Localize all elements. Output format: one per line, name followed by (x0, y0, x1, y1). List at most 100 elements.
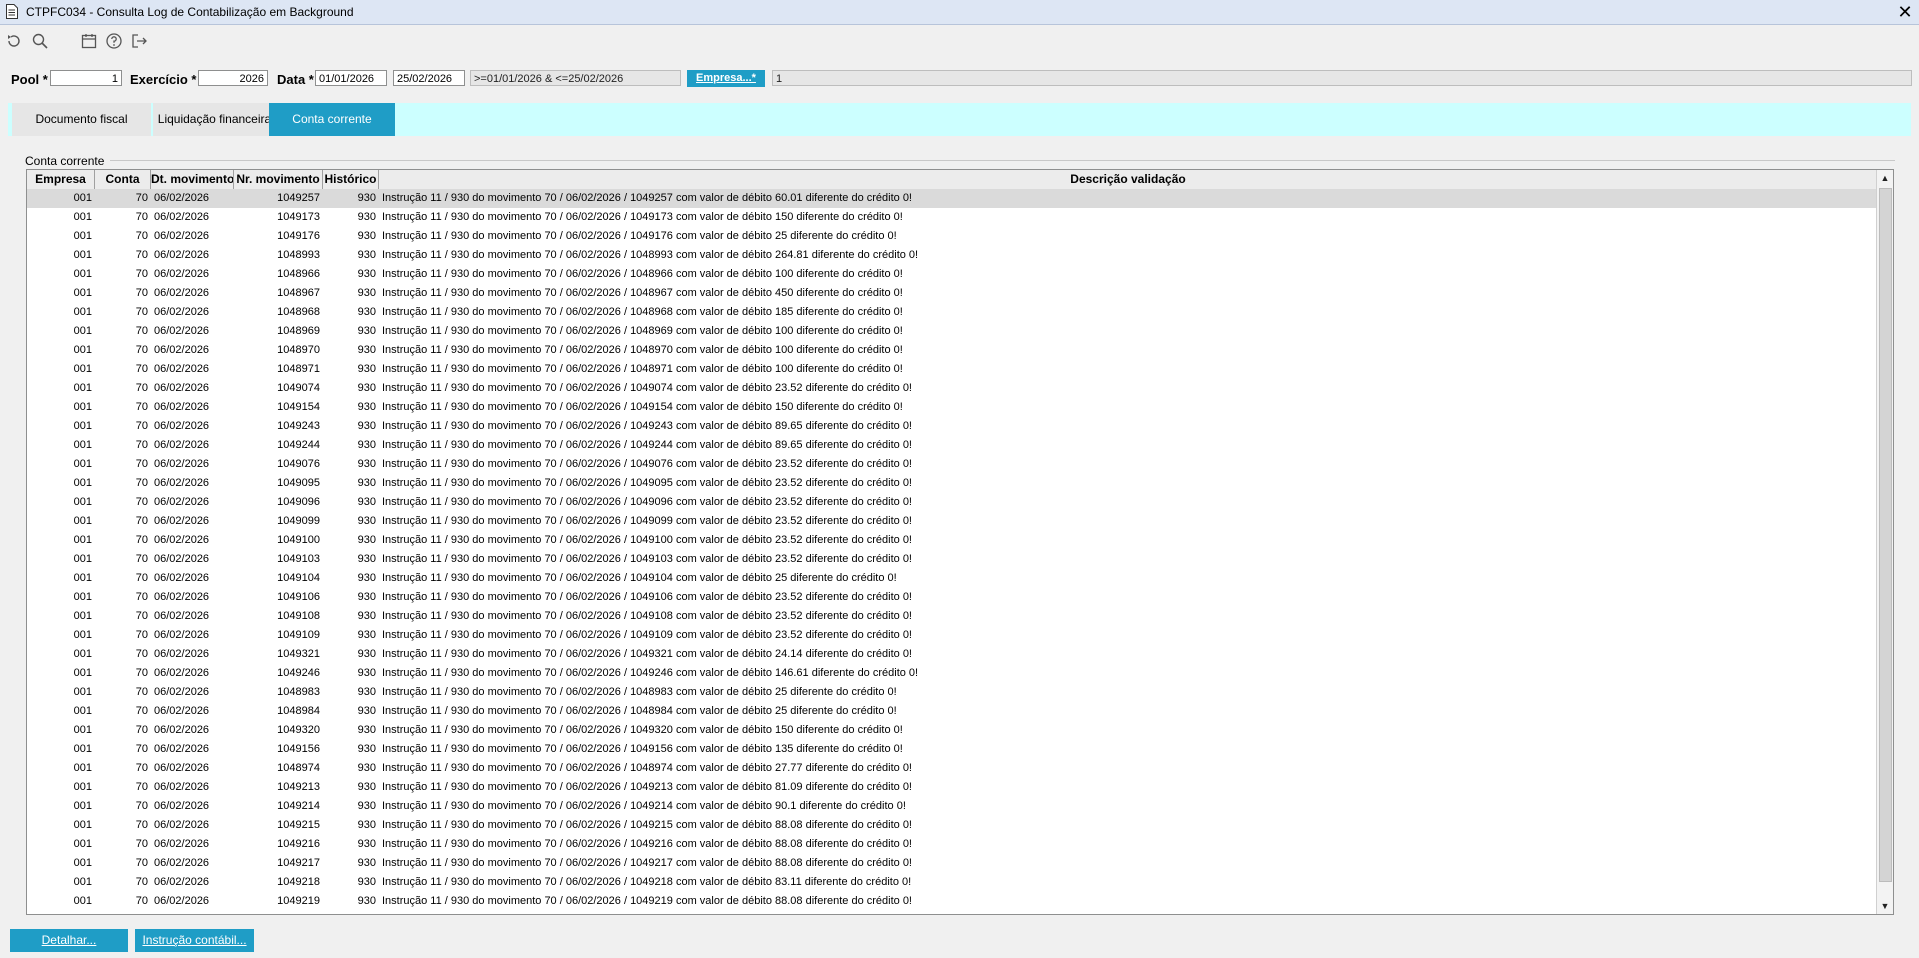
table-row[interactable]: 001 70 06/02/2026 1049109 930 Instrução 11 / … (27, 626, 1878, 645)
table-row[interactable]: 001 70 06/02/2026 1049218 930 Instrução 11 / … (27, 873, 1878, 892)
column-header-historico[interactable]: Histórico (323, 170, 379, 189)
table-row[interactable]: 001 70 06/02/2026 1049321 930 Instrução 11 / … (27, 645, 1878, 664)
cell-nr-movimento: 1049100 (277, 534, 320, 546)
cell-dt-movimento: 06/02/2026 (154, 762, 210, 774)
table-row[interactable]: 001 70 06/02/2026 1049176 930 Instrução 11 / … (27, 227, 1878, 246)
column-header-empresa[interactable]: Empresa (27, 170, 95, 189)
table-row[interactable]: 001 70 06/02/2026 1049099 930 Instrução 11 / … (27, 512, 1878, 531)
table-row[interactable]: 001 70 06/02/2026 1048971 930 Instrução 11 / … (27, 360, 1878, 379)
pool-field[interactable]: 1 (50, 70, 122, 86)
cell-historico: 930 (357, 686, 376, 698)
cell-empresa: 001 (73, 648, 92, 660)
scrollbar-thumb[interactable] (1879, 188, 1892, 882)
cell-empresa: 001 (73, 439, 92, 451)
cell-descricao-validacao: Instrução 11 / 930 do movimento 70 / 06/… (382, 249, 919, 261)
refresh-icon[interactable] (4, 31, 24, 51)
date-to-field[interactable]: 25/02/2026 (393, 70, 465, 86)
table-row[interactable]: 001 70 06/02/2026 1049219 930 Instrução 11 / … (27, 892, 1878, 911)
date-from-field[interactable]: 01/01/2026 (315, 70, 387, 86)
table-row[interactable]: 001 70 06/02/2026 1048983 930 Instrução 11 / … (27, 683, 1878, 702)
table-row[interactable]: 001 70 06/02/2026 1049076 930 Instrução 11 / … (27, 455, 1878, 474)
cell-dt-movimento: 06/02/2026 (154, 211, 210, 223)
cell-descricao-validacao: Instrução 11 / 930 do movimento 70 / 06/… (382, 895, 912, 907)
cell-descricao-validacao: Instrução 11 / 930 do movimento 70 / 06/… (382, 230, 897, 242)
cell-descricao-validacao: Instrução 11 / 930 do movimento 70 / 06/… (382, 268, 903, 280)
table-row[interactable]: 001 70 06/02/2026 1048993 930 Instrução 11 / … (27, 246, 1878, 265)
cell-historico: 930 (357, 363, 376, 375)
cell-conta: 70 (135, 819, 148, 831)
cell-empresa: 001 (73, 572, 92, 584)
table-row[interactable]: 001 70 06/02/2026 1048974 930 Instrução 11 / … (27, 759, 1878, 778)
table-row[interactable]: 001 70 06/02/2026 1049154 930 Instrução 11 / … (27, 398, 1878, 417)
tab-documento-fiscal[interactable]: Documento fiscal (12, 103, 151, 136)
table-row[interactable]: 001 70 06/02/2026 1048969 930 Instrução 11 / … (27, 322, 1878, 341)
tab-liquidacao-financeira[interactable]: Liquidação financeira (153, 103, 276, 136)
cell-descricao-validacao: Instrução 11 / 930 do movimento 70 / 06/… (382, 306, 903, 318)
cell-historico: 930 (357, 553, 376, 565)
table-row[interactable]: 001 70 06/02/2026 1049246 930 Instrução 11 / … (27, 664, 1878, 683)
cell-conta: 70 (135, 458, 148, 470)
cell-conta: 70 (135, 724, 148, 736)
table-row[interactable]: 001 70 06/02/2026 1049095 930 Instrução 11 / … (27, 474, 1878, 493)
table-row[interactable]: 001 70 06/02/2026 1049106 930 Instrução 11 / … (27, 588, 1878, 607)
cell-conta: 70 (135, 705, 148, 717)
table-row[interactable]: 001 70 06/02/2026 1048967 930 Instrução 11 / … (27, 284, 1878, 303)
close-icon[interactable]: ✕ (1895, 2, 1915, 22)
table-row[interactable]: 001 70 06/02/2026 1049244 930 Instrução 11 / … (27, 436, 1878, 455)
exit-icon[interactable] (129, 31, 149, 51)
table-row[interactable]: 001 70 06/02/2026 1049257 930 Instrução 11 / … (27, 189, 1878, 208)
cell-dt-movimento: 06/02/2026 (154, 876, 210, 888)
table-row[interactable]: 001 70 06/02/2026 1049103 930 Instrução 11 / … (27, 550, 1878, 569)
cell-conta: 70 (135, 876, 148, 888)
table-row[interactable]: 001 70 06/02/2026 1049215 930 Instrução 11 / … (27, 816, 1878, 835)
instrucao-contabil-button[interactable]: Instrução contábil... (135, 929, 254, 952)
table-row[interactable]: 001 70 06/02/2026 1049100 930 Instrução 11 / … (27, 531, 1878, 550)
cell-historico: 930 (357, 800, 376, 812)
column-header-descricao-validacao[interactable]: Descrição validação (379, 170, 1878, 189)
vertical-scrollbar[interactable]: ▲ ▼ (1876, 170, 1893, 914)
cell-conta: 70 (135, 648, 148, 660)
table-row[interactable]: 001 70 06/02/2026 1048970 930 Instrução 11 / … (27, 341, 1878, 360)
cell-historico: 930 (357, 705, 376, 717)
cell-empresa: 001 (73, 325, 92, 337)
table-row[interactable]: 001 70 06/02/2026 1048968 930 Instrução 11 / … (27, 303, 1878, 322)
exercicio-field[interactable]: 2026 (198, 70, 268, 86)
tab-conta-corrente[interactable]: Conta corrente (269, 103, 395, 136)
table-row[interactable]: 001 70 06/02/2026 1049096 930 Instrução 11 / … (27, 493, 1878, 512)
column-header-conta[interactable]: Conta (95, 170, 151, 189)
cell-nr-movimento: 1049214 (277, 800, 320, 812)
table-row[interactable]: 001 70 06/02/2026 1049104 930 Instrução 11 / … (27, 569, 1878, 588)
table-row[interactable]: 001 70 06/02/2026 1048966 930 Instrução 11 / … (27, 265, 1878, 284)
cell-conta: 70 (135, 477, 148, 489)
table-row[interactable]: 001 70 06/02/2026 1049320 930 Instrução 11 / … (27, 721, 1878, 740)
table-row[interactable]: 001 70 06/02/2026 1049213 930 Instrução 11 / … (27, 778, 1878, 797)
cell-dt-movimento: 06/02/2026 (154, 515, 210, 527)
help-icon[interactable] (104, 31, 124, 51)
table-row[interactable]: 001 70 06/02/2026 1048984 930 Instrução 11 / … (27, 702, 1878, 721)
search-icon[interactable] (30, 31, 50, 51)
detalhar-button[interactable]: Detalhar... (10, 929, 128, 952)
cell-descricao-validacao: Instrução 11 / 930 do movimento 70 / 06/… (382, 325, 903, 337)
column-header-dt-movimento[interactable]: Dt. movimento (151, 170, 234, 189)
table-row[interactable]: 001 70 06/02/2026 1049214 930 Instrução 11 / … (27, 797, 1878, 816)
cell-nr-movimento: 1049076 (277, 458, 320, 470)
calendar-icon[interactable] (79, 31, 99, 51)
empresa-button[interactable]: Empresa...* (687, 70, 765, 87)
table-row[interactable]: 001 70 06/02/2026 1049108 930 Instrução 11 / … (27, 607, 1878, 626)
table-row[interactable]: 001 70 06/02/2026 1049243 930 Instrução 11 / … (27, 417, 1878, 436)
table-row[interactable]: 001 70 06/02/2026 1049217 930 Instrução 11 / … (27, 854, 1878, 873)
cell-descricao-validacao: Instrução 11 / 930 do movimento 70 / 06/… (382, 496, 912, 508)
scroll-down-icon[interactable]: ▼ (1877, 898, 1893, 914)
cell-dt-movimento: 06/02/2026 (154, 363, 210, 375)
cell-dt-movimento: 06/02/2026 (154, 192, 210, 204)
table-row[interactable]: 001 70 06/02/2026 1049173 930 Instrução 11 / … (27, 208, 1878, 227)
section-divider (110, 160, 1895, 161)
scroll-up-icon[interactable]: ▲ (1877, 170, 1893, 186)
table-row[interactable]: 001 70 06/02/2026 1049216 930 Instrução 11 / … (27, 835, 1878, 854)
column-header-nr-movimento[interactable]: Nr. movimento (234, 170, 323, 189)
table-row[interactable]: 001 70 06/02/2026 1049156 930 Instrução 11 / … (27, 740, 1878, 759)
table-row[interactable]: 001 70 06/02/2026 1049074 930 Instrução 11 / … (27, 379, 1878, 398)
cell-conta: 70 (135, 743, 148, 755)
cell-nr-movimento: 1049215 (277, 819, 320, 831)
cell-descricao-validacao: Instrução 11 / 930 do movimento 70 / 06/… (382, 382, 912, 394)
